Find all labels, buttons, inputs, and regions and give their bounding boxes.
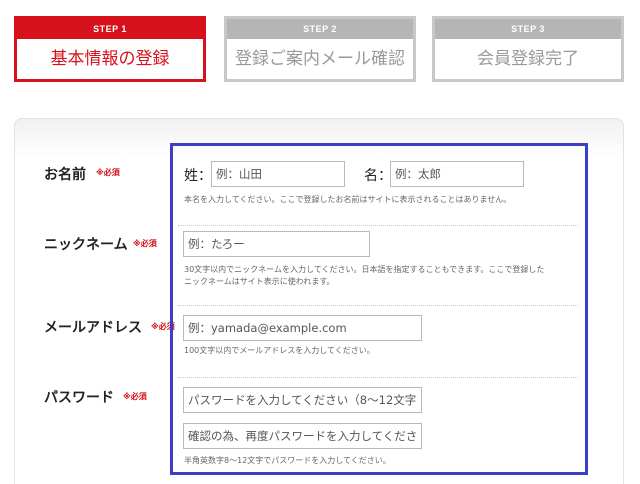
row-divider	[178, 305, 578, 306]
nickname-help-line-2: ニックネームはサイト表示に使われます。	[184, 277, 335, 286]
password-required-mark: ※必須	[123, 392, 147, 401]
email-required-mark: ※必須	[151, 322, 175, 331]
step-3: STEP 3 会員登録完了	[432, 16, 624, 82]
password-input[interactable]	[183, 387, 422, 413]
nickname-input[interactable]	[183, 231, 370, 257]
row-divider	[178, 377, 578, 378]
step-2: STEP 2 登録ご案内メール確認	[224, 16, 416, 82]
email-label: メールアドレス	[44, 320, 142, 336]
name-label: お名前	[44, 167, 86, 183]
step-3-label: 会員登録完了	[477, 49, 579, 69]
password-help-text: 半角英数字8～12文字でパスワードを入力してください。	[184, 456, 391, 465]
nickname-help-text: 30文字以内でニックネームを入力してください。日本語を指定することもできます。こ…	[184, 264, 584, 288]
nickname-help-line-1: 30文字以内でニックネームを入力してください。日本語を指定することもできます。こ…	[184, 265, 545, 274]
nickname-label: ニックネーム	[44, 237, 128, 253]
email-input[interactable]	[183, 315, 422, 341]
name-help-text: 本名を入力してください。ここで登録したお名前はサイトに表示されることはありません…	[184, 195, 512, 204]
last-name-label: 姓：	[184, 168, 212, 184]
row-divider	[178, 225, 578, 226]
step-1: STEP 1 基本情報の登録	[14, 16, 206, 82]
nickname-required-mark: ※必須	[133, 239, 157, 248]
step-3-badge: STEP 3	[435, 19, 621, 39]
step-2-label: 登録ご案内メール確認	[235, 49, 405, 69]
step-1-badge: STEP 1	[17, 19, 203, 39]
name-required-mark: ※必須	[96, 168, 120, 177]
password-label: パスワード	[44, 390, 114, 406]
first-name-label: 名：	[364, 168, 392, 184]
last-name-input[interactable]	[211, 161, 345, 187]
password-confirm-input[interactable]	[183, 423, 422, 449]
email-help-text: 100文字以内でメールアドレスを入力してください。	[184, 346, 375, 355]
first-name-input[interactable]	[390, 161, 524, 187]
step-2-badge: STEP 2	[227, 19, 413, 39]
step-1-label: 基本情報の登録	[50, 49, 170, 69]
